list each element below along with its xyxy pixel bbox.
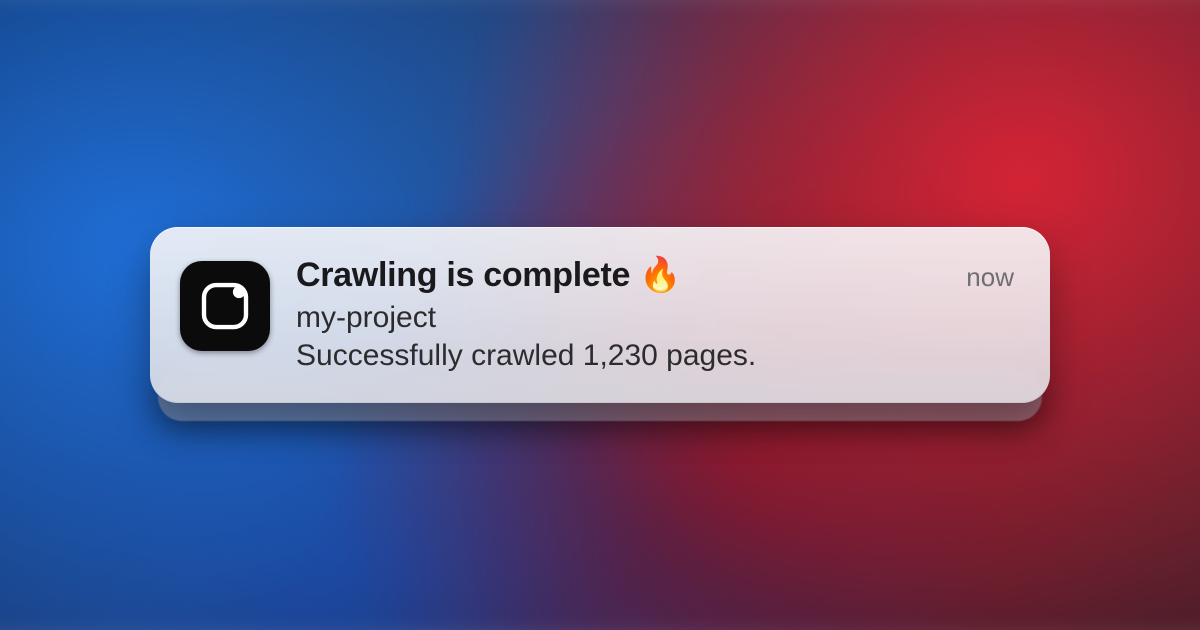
notification-title-text: Crawling is complete [296,256,630,294]
notification-header-row: Crawling is complete 🔥 now [296,255,1014,295]
notification-body: Successfully crawled 1,230 pages. [296,339,1014,373]
app-icon [180,261,270,351]
notification-subtitle: my-project [296,301,1014,335]
app-brand-icon [197,278,253,334]
notification-card[interactable]: Crawling is complete 🔥 now my-project Su… [150,227,1050,403]
notification-timestamp: now [966,262,1014,293]
notification-title: Crawling is complete 🔥 [296,255,681,295]
fire-icon: 🔥 [639,256,681,294]
notification-content: Crawling is complete 🔥 now my-project Su… [296,255,1014,373]
notification-stack: Crawling is complete 🔥 now my-project Su… [150,227,1050,403]
